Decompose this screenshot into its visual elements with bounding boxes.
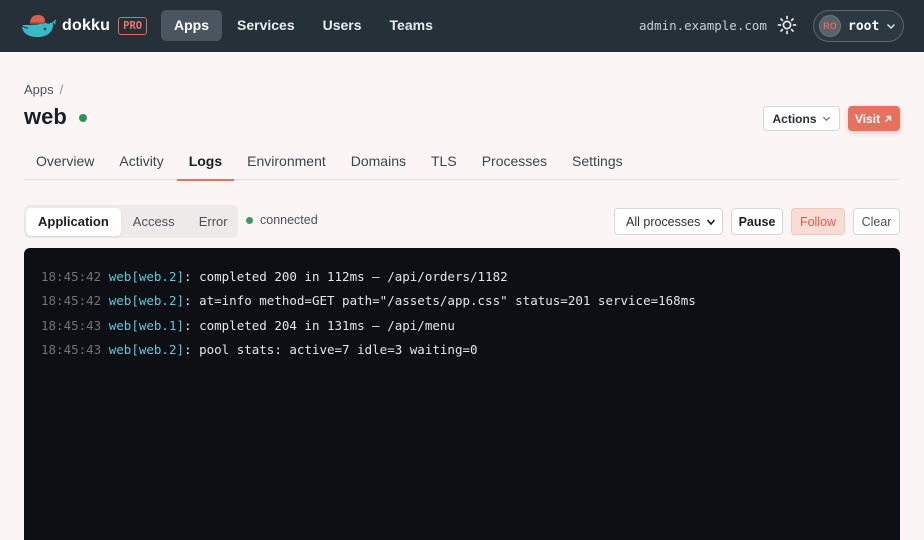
nav-apps[interactable]: Apps [161, 10, 222, 41]
visit-button[interactable]: Visit [848, 106, 900, 131]
user-name: root [848, 18, 880, 34]
log-source: web[web.2] [108, 341, 185, 357]
page-title: web [24, 104, 87, 130]
visit-label: Visit [854, 111, 881, 126]
log-line: 18:45:42 web[web.2]: completed 200 in 11… [41, 265, 900, 289]
log-message: : completed 204 in 131ms — /api/menu [184, 317, 455, 333]
breadcrumb-separator: / [59, 82, 64, 97]
brand-name: dokku [62, 17, 111, 34]
chevron-down-icon [887, 24, 896, 29]
follow-button[interactable]: Follow [791, 208, 845, 235]
log-line: 18:45:43 web[web.1]: completed 204 in 13… [41, 314, 900, 338]
actions-button[interactable]: Actions [763, 106, 840, 131]
connection-status: connected [246, 213, 318, 227]
host-name: admin.example.com [639, 18, 767, 33]
log-source: web[web.2] [108, 293, 185, 309]
actions-label: Actions [772, 111, 817, 126]
breadcrumb: Apps / [24, 82, 63, 97]
user-menu-button[interactable]: RO root [813, 10, 904, 42]
sun-icon[interactable] [777, 15, 797, 35]
log-source: web[web.2] [108, 269, 185, 284]
log-source: web[web.1] [108, 317, 185, 333]
log-timestamp: 18:45:42 [41, 269, 102, 284]
nav-users[interactable]: Users [310, 10, 375, 41]
main-nav: Apps Services Users Teams [161, 10, 448, 41]
process-filter-value: All processes [626, 214, 701, 229]
chevron-down-icon [706, 219, 716, 226]
tab-activity[interactable]: Activity [107, 148, 175, 180]
log-message: : completed 200 in 112ms — /api/orders/1… [184, 269, 508, 284]
top-navigation-bar: dokku PRO Apps Services Users Teams admi… [0, 0, 924, 52]
app-name: web [24, 104, 67, 129]
connection-status-label: connected [260, 213, 318, 227]
breadcrumb-apps-link[interactable]: Apps [24, 82, 54, 97]
pro-badge: PRO [118, 17, 148, 35]
log-output[interactable]: 18:45:42 web[web.2]: completed 200 in 11… [24, 248, 900, 540]
tab-logs[interactable]: Logs [176, 148, 235, 181]
log-type-selector: Application Access Error [24, 205, 238, 238]
log-message: : pool stats: active=7 idle=3 waiting=0 [184, 341, 478, 357]
pause-button[interactable]: Pause [731, 208, 783, 235]
process-filter-select[interactable]: All processes [614, 208, 723, 235]
tab-overview[interactable]: Overview [24, 148, 106, 180]
tab-processes[interactable]: Processes [470, 148, 559, 180]
nav-services[interactable]: Services [224, 10, 308, 41]
log-timestamp: 18:45:42 [41, 293, 102, 309]
whale-logo-icon [21, 15, 56, 37]
external-link-icon [885, 115, 892, 122]
log-type-error[interactable]: Error [187, 208, 240, 236]
nav-teams[interactable]: Teams [377, 10, 446, 41]
tab-tls[interactable]: TLS [419, 148, 469, 180]
chevron-down-icon [822, 116, 830, 122]
app-status-dot [78, 114, 87, 122]
tab-domains[interactable]: Domains [339, 148, 418, 180]
log-line: 18:45:43 web[web.2]: pool stats: active=… [41, 338, 900, 362]
log-type-access[interactable]: Access [121, 208, 187, 236]
app-tabs: Overview Activity Logs Environment Domai… [24, 148, 900, 181]
tab-settings[interactable]: Settings [560, 148, 635, 180]
log-message: : at=info method=GET path="/assets/app.c… [184, 293, 696, 309]
log-timestamp: 18:45:43 [41, 317, 102, 333]
avatar: RO [819, 15, 841, 37]
log-timestamp: 18:45:43 [41, 341, 102, 357]
log-type-application[interactable]: Application [26, 207, 121, 236]
tab-environment[interactable]: Environment [235, 148, 338, 180]
clear-button[interactable]: Clear [853, 208, 900, 235]
log-line: 18:45:42 web[web.2]: at=info method=GET … [41, 289, 900, 313]
dokku-logo[interactable]: dokku PRO [20, 13, 148, 39]
connection-status-dot [246, 216, 253, 224]
